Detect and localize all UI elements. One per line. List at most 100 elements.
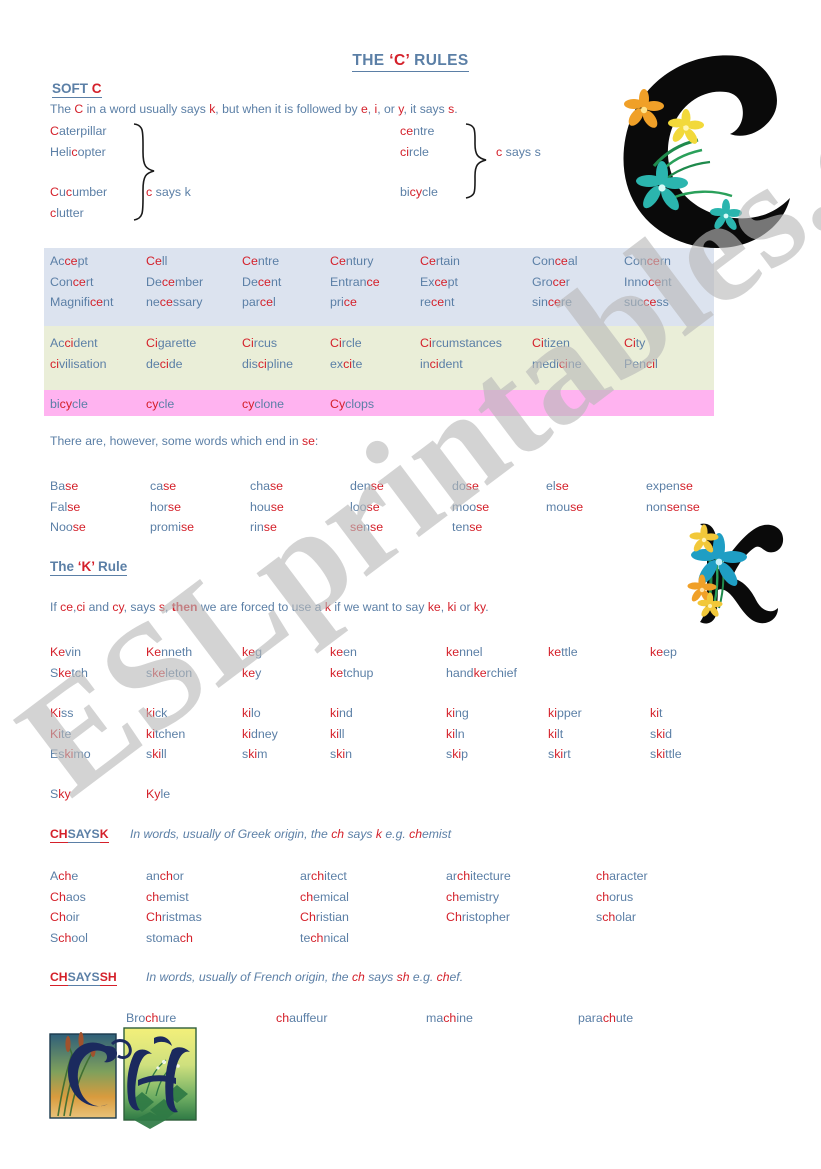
- k-rule-c: and: [85, 600, 113, 614]
- word-cell: Concern: [624, 254, 671, 268]
- soft-c-rule-a: The: [50, 102, 75, 116]
- word-cell: sincere: [532, 295, 572, 309]
- word-cell: recent: [420, 295, 455, 309]
- word-cell: chauffeur: [276, 1011, 328, 1025]
- word-cell: Entrance: [330, 274, 380, 289]
- word-cell: Sky: [50, 787, 71, 801]
- word-cell: excite: [330, 356, 363, 371]
- word-cell: house: [250, 499, 284, 514]
- soft-c-right-word: circle: [400, 145, 429, 159]
- word-cell: False: [50, 499, 81, 514]
- word-cell: keg: [242, 645, 262, 659]
- word-cell: kind: [330, 706, 353, 720]
- word-cell: machine: [426, 1011, 473, 1025]
- ch-sh-note-b: says: [364, 970, 397, 984]
- word-cell: architect: [300, 869, 347, 883]
- ch-k-note-b: says: [344, 827, 376, 841]
- word-cell: kettle: [548, 645, 578, 659]
- ch-sh-note-ch: ch: [351, 970, 365, 984]
- word-cell: success: [624, 295, 669, 309]
- word-cell: kidney: [242, 726, 278, 741]
- title-letter: ‘C’: [389, 52, 410, 69]
- word-cell: Cigarette: [146, 336, 197, 350]
- k-rule-f: we are forced to use a: [197, 600, 325, 614]
- word-cell: loose: [350, 499, 380, 514]
- word-cell: City: [624, 336, 646, 350]
- k-rule-d: , says: [123, 600, 159, 614]
- ch-sh-note-c: e.g.: [409, 970, 437, 984]
- word-cell: Kiss: [50, 706, 74, 720]
- word-cell: Christmas: [146, 910, 202, 924]
- word-cell: Eskimo: [50, 747, 91, 761]
- word-cell: Kenneth: [146, 645, 193, 659]
- title-pre: THE: [352, 52, 390, 69]
- word-cell: Accept: [50, 254, 88, 268]
- word-cell: skim: [242, 747, 268, 761]
- ch-sh-note-a: In words, usually of French origin, the: [146, 970, 352, 984]
- word-cell: horse: [150, 499, 182, 514]
- word-cell: Kite: [50, 726, 72, 741]
- word-cell: ketchup: [330, 665, 374, 680]
- word-cell: chemist: [146, 889, 189, 904]
- word-cell: kennel: [446, 645, 483, 659]
- word-cell: dense: [350, 479, 384, 493]
- word-cell: Circumstances: [420, 336, 502, 350]
- word-cell: kipper: [548, 706, 582, 720]
- k-rule-ky: ky: [473, 600, 486, 614]
- word-cell: December: [146, 274, 204, 289]
- word-cell: decide: [146, 356, 183, 371]
- word-cell: price: [330, 295, 357, 309]
- word-cell: necessary: [146, 295, 203, 309]
- soft-c-left-word: Caterpillar: [50, 124, 107, 138]
- soft-c-rule-g: , or: [377, 102, 399, 116]
- soft-c-left-word: Helicopter: [50, 145, 106, 159]
- word-cell: kitchen: [146, 726, 186, 741]
- word-cell: Citizen: [532, 336, 570, 350]
- left-brace: [133, 123, 155, 221]
- soft-c-rule-d: , but when it is followed by: [215, 102, 361, 116]
- soft-c-right-word: centre: [400, 124, 435, 138]
- word-cell: key: [242, 665, 262, 680]
- word-cell: Sketch: [50, 665, 88, 680]
- word-cell: Decent: [242, 274, 282, 289]
- word-cell: Accident: [50, 336, 98, 350]
- word-cell: skirt: [548, 747, 571, 761]
- decorative-letter-c-image: [623, 55, 790, 248]
- word-cell: chase: [250, 479, 284, 493]
- word-cell: technical: [300, 930, 349, 945]
- se-intro-sentence: There are, however, some words which end…: [50, 434, 318, 448]
- se-intro-a: There are, however, some words which end…: [50, 434, 302, 448]
- k-rule-ce: ce: [60, 600, 74, 614]
- ch-says-sh-sh: SH: [99, 970, 117, 986]
- word-cell: kit: [650, 706, 663, 720]
- soft-c-rule-sentence: The C in a word usually says k, but when…: [50, 102, 458, 116]
- word-cell: expense: [646, 479, 693, 493]
- word-cell: parcel: [242, 295, 276, 309]
- word-cell: character: [596, 869, 648, 883]
- word-cell: kilo: [242, 706, 261, 720]
- word-cell: civilisation: [50, 356, 107, 371]
- word-cell: School: [50, 930, 88, 945]
- soft-c-rule-c: C: [74, 102, 84, 116]
- soft-c-rule-e: e: [360, 102, 368, 116]
- word-cell: moose: [452, 499, 490, 514]
- word-cell: Century: [330, 254, 374, 268]
- k-rule-ci: ci: [76, 600, 86, 614]
- word-cell: promise: [150, 520, 195, 534]
- decorative-letter-k-image: [687, 523, 784, 624]
- word-cell: Chaos: [50, 889, 86, 904]
- word-cell: scholar: [596, 910, 636, 924]
- soft-c-heading-letter: C: [91, 81, 102, 96]
- word-cell: Innocent: [624, 274, 672, 289]
- word-cell: skid: [650, 726, 673, 741]
- word-cell: nonsense: [646, 499, 700, 514]
- title-post: RULES: [409, 52, 469, 69]
- ch-says-k-heading: CHSAYSK: [50, 827, 109, 843]
- word-cell: discipline: [242, 356, 293, 371]
- word-cell: Magnificent: [50, 295, 114, 309]
- word-cell: skeleton: [146, 665, 193, 680]
- word-cell: Noose: [50, 520, 86, 534]
- ch-says-k-ch: CH: [50, 827, 68, 843]
- word-cell: mouse: [546, 499, 584, 514]
- word-cell: Christian: [300, 910, 349, 924]
